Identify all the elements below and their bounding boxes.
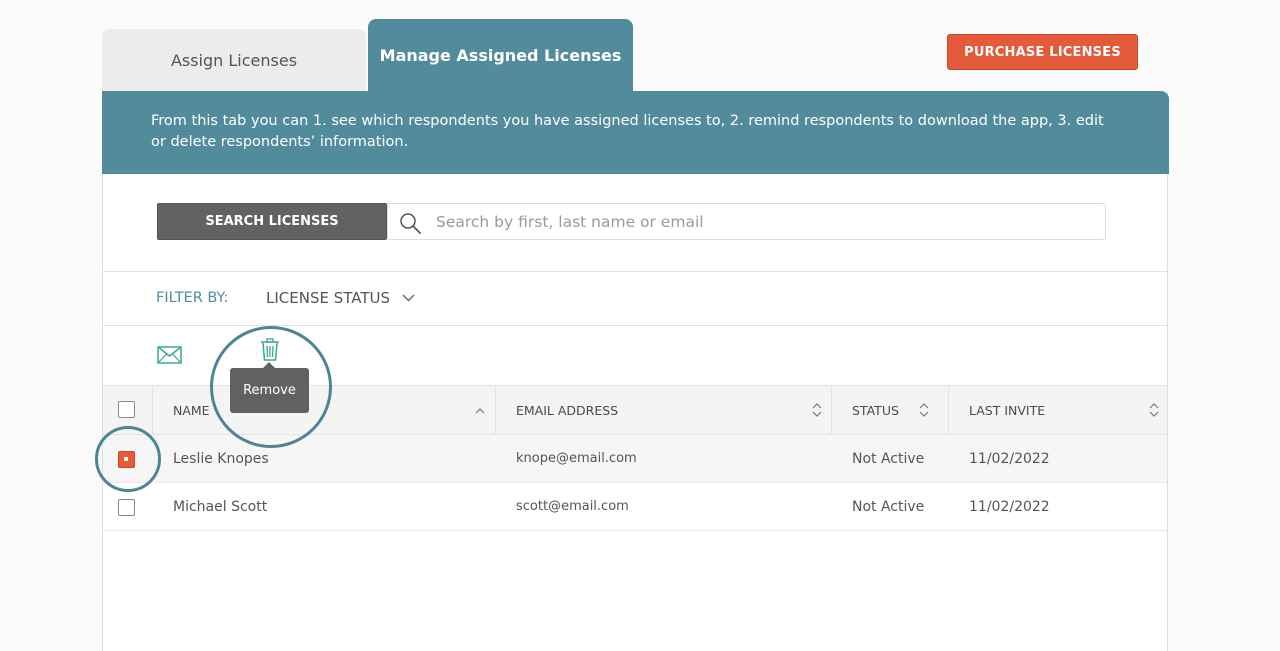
cell-email: knope@email.com xyxy=(516,451,637,466)
info-banner: From this tab you can 1. see which respo… xyxy=(102,91,1169,174)
trash-icon[interactable] xyxy=(259,338,281,362)
search-icon xyxy=(400,213,421,234)
column-header-email[interactable]: EMAIL ADDRESS xyxy=(495,386,831,434)
banner-text: From this tab you can 1. see which respo… xyxy=(151,113,1104,150)
cell-last-invite: 11/02/2022 xyxy=(969,450,1050,467)
cell-name: Leslie Knopes xyxy=(173,450,269,467)
search-row: SEARCH LICENSES xyxy=(103,174,1167,272)
select-all-checkbox[interactable] xyxy=(118,401,135,418)
tab-bar: Assign Licenses Manage Assigned Licenses… xyxy=(0,0,1280,92)
sort-icon xyxy=(812,403,822,417)
row-checkbox[interactable] xyxy=(118,499,135,516)
license-status-dropdown[interactable]: LICENSE STATUS xyxy=(266,289,415,307)
manage-licenses-panel: From this tab you can 1. see which respo… xyxy=(95,91,1169,651)
search-input[interactable] xyxy=(436,204,1096,239)
row-checkbox[interactable] xyxy=(118,451,135,468)
column-header-status[interactable]: STATUS xyxy=(831,386,948,434)
search-box xyxy=(387,203,1106,240)
chevron-down-icon xyxy=(402,294,415,302)
dropdown-label: LICENSE STATUS xyxy=(266,289,390,307)
tab-manage-assigned-licenses[interactable]: Manage Assigned Licenses xyxy=(368,19,633,92)
table-row[interactable]: Michael Scott scott@email.com Not Active… xyxy=(103,483,1167,531)
tab-label: Assign Licenses xyxy=(170,51,298,70)
purchase-licenses-button[interactable]: PURCHASE LICENSES xyxy=(947,34,1138,70)
column-header-last-invite[interactable]: LAST INVITE xyxy=(948,386,1167,434)
cell-status: Not Active xyxy=(852,450,925,467)
bulk-actions-row: Remove xyxy=(103,326,1167,448)
filter-row: FILTER BY: LICENSE STATUS xyxy=(103,272,1167,326)
remove-tooltip: Remove xyxy=(230,362,309,413)
sort-icon xyxy=(1149,403,1159,417)
cell-email: scott@email.com xyxy=(516,499,629,514)
table-row[interactable]: Leslie Knopes knope@email.com Not Active… xyxy=(95,426,1167,492)
cell-name: Michael Scott xyxy=(173,498,268,515)
sort-ascending-icon xyxy=(475,408,485,414)
search-licenses-button[interactable]: SEARCH LICENSES xyxy=(157,203,387,240)
filter-by-label: FILTER BY: xyxy=(156,290,229,306)
mail-icon[interactable] xyxy=(157,346,182,364)
sort-icon xyxy=(919,403,929,417)
column-header-name[interactable]: NAME xyxy=(152,386,495,434)
tab-label: Manage Assigned Licenses xyxy=(379,46,622,65)
cell-status: Not Active xyxy=(852,498,925,515)
cell-last-invite: 11/02/2022 xyxy=(969,498,1050,515)
tab-assign-licenses[interactable]: Assign Licenses xyxy=(102,29,366,92)
